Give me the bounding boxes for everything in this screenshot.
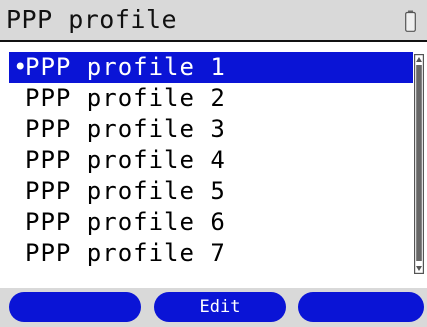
list-item[interactable]: PPP profile 7 xyxy=(9,238,413,269)
profile-list: •PPP profile 1 PPP profile 2 PPP profile… xyxy=(9,52,413,282)
list-item-label: PPP profile 5 xyxy=(25,177,226,205)
scrollbar-thumb xyxy=(416,65,422,261)
title-bar: PPP profile xyxy=(0,0,427,42)
softkey-left-button[interactable] xyxy=(9,292,141,322)
battery-icon xyxy=(405,10,416,32)
softkey-right-button[interactable] xyxy=(298,292,424,322)
list-item[interactable]: PPP profile 3 xyxy=(9,114,413,145)
list-item-label: PPP profile 7 xyxy=(25,239,226,267)
softkey-bar: Edit xyxy=(0,288,427,327)
list-item-label: PPP profile 6 xyxy=(25,208,226,236)
list-item-label: PPP profile 4 xyxy=(25,146,226,174)
page-title: PPP profile xyxy=(6,5,178,34)
list-item[interactable]: •PPP profile 1 xyxy=(9,52,413,83)
list-item[interactable]: PPP profile 6 xyxy=(9,207,413,238)
list-item-label: PPP profile 3 xyxy=(25,115,226,143)
selected-marker: • xyxy=(13,53,29,81)
list-item[interactable]: PPP profile 4 xyxy=(9,145,413,176)
list-item-label: PPP profile 2 xyxy=(25,84,226,112)
list-item[interactable]: PPP profile 2 xyxy=(9,83,413,114)
device-screen: PPP profile •PPP profile 1 PPP profile 2… xyxy=(0,0,427,327)
scrollbar[interactable] xyxy=(414,54,424,274)
edit-button[interactable]: Edit xyxy=(154,292,286,322)
list-item-label: PPP profile 1 xyxy=(25,53,226,81)
list-item[interactable]: PPP profile 5 xyxy=(9,176,413,207)
